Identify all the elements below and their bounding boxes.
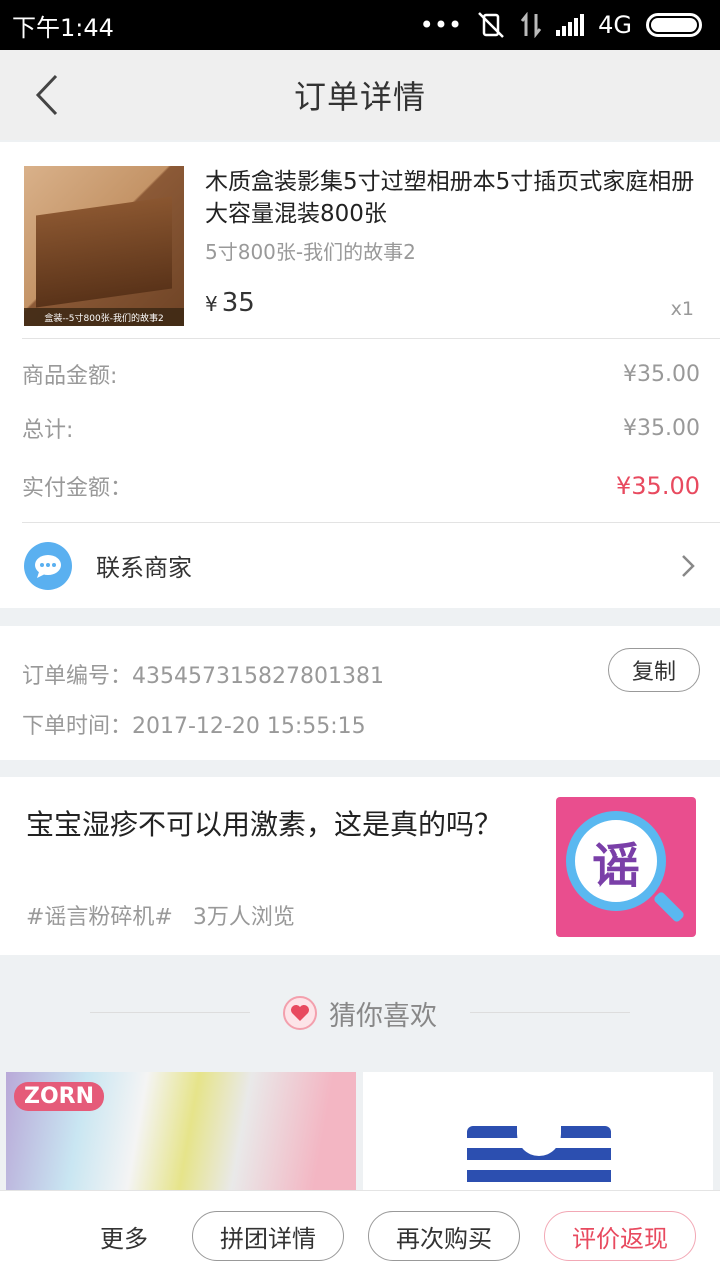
chevron-right-icon bbox=[682, 555, 695, 577]
order-info-card: 订单编号：435457315827801381 下单时间：2017-12-20 … bbox=[0, 626, 720, 760]
order-number: 订单编号：435457315827801381 bbox=[22, 664, 384, 689]
status-icons: ••• 4G bbox=[420, 11, 702, 39]
status-time: 下午1:44 bbox=[12, 13, 114, 42]
divider bbox=[90, 1012, 250, 1013]
vibrate-off-icon bbox=[478, 12, 505, 38]
back-arrow-icon[interactable] bbox=[30, 72, 70, 118]
news-views: 3万人浏览 bbox=[192, 905, 295, 930]
battery-icon bbox=[646, 13, 702, 37]
bottom-action-bar: 更多 拼团详情 再次购买 评价返现 bbox=[0, 1190, 720, 1280]
recommend-item-underwear[interactable]: ZORN bbox=[6, 1072, 356, 1202]
network-label: 4G bbox=[598, 11, 632, 39]
more-dots-icon: ••• bbox=[419, 11, 463, 39]
magnifier-icon: 谣 bbox=[566, 811, 666, 911]
news-card[interactable]: 宝宝湿疹不可以用激素，这是真的吗？ #谣言粉碎机# 3万人浏览 谣 bbox=[0, 777, 720, 955]
group-detail-button[interactable]: 拼团详情 bbox=[192, 1211, 344, 1261]
product-title[interactable]: 木质盒装影集5寸过塑相册本5寸插页式家庭相册大容量混装800张 bbox=[205, 166, 695, 230]
page-title: 订单详情 bbox=[293, 78, 426, 116]
guess-you-like-header: 猜你喜欢 bbox=[0, 990, 720, 1036]
news-meta: #谣言粉碎机# 3万人浏览 bbox=[26, 899, 295, 931]
rumor-glyph: 谣 bbox=[591, 838, 640, 894]
status-bar: 下午1:44 ••• 4G bbox=[0, 0, 720, 50]
product-image-board bbox=[36, 196, 172, 308]
total-value: ¥35.00 bbox=[623, 415, 700, 441]
order-product-card: 盒装--5寸800张-我们的故事2 木质盒装影集5寸过塑相册本5寸插页式家庭相册… bbox=[0, 142, 720, 608]
news-thumbnail[interactable]: 谣 bbox=[556, 797, 696, 937]
review-cashback-button[interactable]: 评价返现 bbox=[544, 1211, 696, 1261]
divider bbox=[470, 1012, 630, 1013]
navigation-header: 订单详情 bbox=[0, 50, 720, 140]
goods-amount-value: ¥35.00 bbox=[623, 361, 700, 387]
buy-again-button[interactable]: 再次购买 bbox=[368, 1211, 520, 1261]
data-transfer-icon bbox=[520, 12, 542, 38]
product-price: ¥35 bbox=[205, 288, 255, 318]
copy-button[interactable]: 复制 bbox=[608, 648, 700, 692]
magnifier-handle bbox=[652, 890, 686, 924]
paid-amount-value: ¥35.00 bbox=[616, 472, 700, 500]
product-spec: 5寸800张-我们的故事2 bbox=[205, 240, 416, 264]
goods-amount-row: 商品金额: ¥35.00 bbox=[22, 358, 700, 390]
contact-merchant-label: 联系商家 bbox=[96, 554, 192, 582]
product-price-value: 35 bbox=[221, 288, 255, 318]
total-label: 总计: bbox=[22, 418, 74, 443]
news-title[interactable]: 宝宝湿疹不可以用激素，这是真的吗？ bbox=[26, 807, 526, 843]
total-row: 总计: ¥35.00 bbox=[22, 412, 700, 444]
news-tag: #谣言粉碎机# bbox=[26, 905, 173, 930]
more-button[interactable]: 更多 bbox=[100, 1219, 148, 1254]
signal-icon bbox=[556, 14, 585, 36]
brand-badge: ZORN bbox=[14, 1082, 105, 1111]
goods-amount-label: 商品金额: bbox=[22, 364, 118, 389]
recommend-item-striped-shirt[interactable] bbox=[363, 1072, 713, 1202]
product-image[interactable]: 盒装--5寸800张-我们的故事2 bbox=[24, 166, 184, 326]
paid-amount-label: 实付金额： bbox=[22, 476, 133, 501]
divider bbox=[22, 338, 720, 339]
order-time: 下单时间：2017-12-20 15:55:15 bbox=[22, 714, 366, 739]
guess-you-like-label: 猜你喜欢 bbox=[329, 1000, 437, 1032]
currency-symbol: ¥ bbox=[205, 292, 218, 316]
paid-amount-row: 实付金额： ¥35.00 bbox=[22, 470, 700, 502]
product-image-caption: 盒装--5寸800张-我们的故事2 bbox=[24, 308, 184, 326]
heart-icon bbox=[283, 996, 317, 1030]
contact-merchant-row[interactable]: 联系商家 bbox=[0, 523, 720, 608]
product-quantity: x1 bbox=[670, 298, 694, 320]
chat-bubble-icon bbox=[24, 541, 72, 590]
